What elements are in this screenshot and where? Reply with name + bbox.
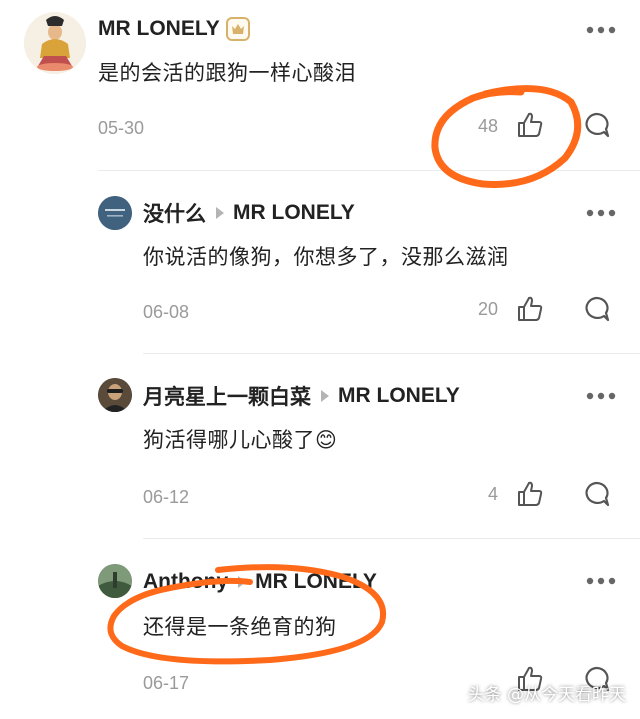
comment-date: 06-12 [143, 487, 190, 507]
avatar[interactable] [24, 12, 86, 74]
reply-to-user[interactable]: MR LONELY [338, 384, 460, 408]
like-icon[interactable] [516, 295, 544, 323]
reply-icon[interactable] [582, 295, 610, 323]
comment-text-body: 狗活得哪儿心酸了 [143, 428, 315, 452]
comment-date: 06-08 [143, 302, 190, 322]
avatar[interactable] [98, 196, 132, 230]
username[interactable]: 月亮星上一颗白菜 [143, 381, 311, 411]
username[interactable]: MR LONELY [98, 17, 220, 41]
reply-icon[interactable] [582, 111, 610, 139]
avatar[interactable] [98, 378, 132, 412]
comment-date: 06-17 [143, 673, 190, 693]
reply-icon[interactable] [582, 480, 610, 508]
comment-text: 你说活的像狗，你想多了，没那么滋润 [143, 245, 509, 269]
reply-arrow-icon [321, 390, 329, 402]
like-icon[interactable] [516, 111, 544, 139]
more-icon[interactable] [586, 577, 616, 585]
comment-2: 没什么 MR LONELY 你说活的像狗，你想多了，没那么滋润 06-08 20 [0, 171, 640, 353]
more-icon[interactable] [586, 392, 616, 400]
like-icon[interactable] [516, 480, 544, 508]
comment-text: 是的会活的跟狗一样心酸泪 [98, 61, 356, 85]
vip-badge-icon [225, 17, 250, 41]
reply-arrow-icon [216, 207, 224, 219]
like-count: 48 [477, 116, 498, 136]
comment-3: 月亮星上一颗白菜 MR LONELY 狗活得哪儿心酸了😊 06-12 4 [0, 354, 640, 538]
like-count: 20 [477, 299, 498, 319]
like-count: 4 [487, 484, 498, 504]
smile-emoji-icon: 😊 [315, 428, 338, 452]
username[interactable]: 没什么 [143, 198, 206, 228]
reply-arrow-icon [238, 576, 247, 588]
comment-text: 狗活得哪儿心酸了😊 [143, 424, 337, 454]
more-icon[interactable] [586, 26, 616, 34]
comment-text: 还得是一条绝育的狗 [143, 615, 337, 639]
more-icon[interactable] [586, 209, 616, 217]
comment-date: 05-30 [98, 118, 145, 138]
username[interactable]: Anthony [143, 570, 228, 594]
reply-to-user[interactable]: MR LONELY [233, 201, 355, 225]
comment-1: MR LONELY 是的会活的跟狗一样心酸泪 05-30 48 [0, 0, 640, 170]
watermark: 头条 @从今天看昨天 [467, 685, 626, 705]
avatar[interactable] [98, 564, 132, 598]
reply-to-user[interactable]: MR LONELY [255, 570, 377, 594]
